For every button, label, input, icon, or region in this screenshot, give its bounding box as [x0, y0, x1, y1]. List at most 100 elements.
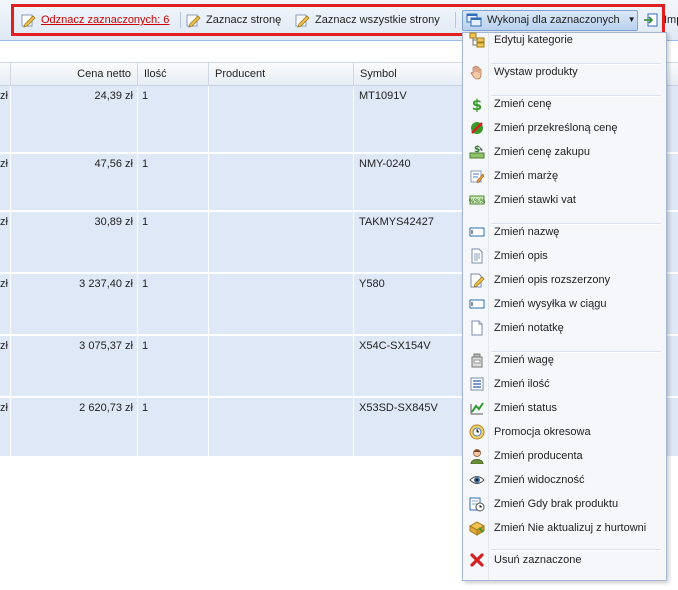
- menu-item-label: Zmień widoczność: [494, 474, 585, 486]
- promotion-icon: [469, 424, 485, 440]
- menu-item-label: Usuń zaznaczone: [494, 554, 582, 566]
- cell-price: 3 075,37 zł: [79, 340, 133, 352]
- margin-icon: [469, 168, 485, 184]
- column-divider: [137, 154, 138, 210]
- cell-quantity: 1: [142, 278, 149, 290]
- menu-item-label: Zmień wagę: [494, 354, 554, 366]
- menu-item[interactable]: Zmień producenta: [463, 445, 666, 467]
- column-divider: [353, 154, 354, 210]
- hand-icon: [469, 64, 485, 80]
- menu-item[interactable]: %%% Zmień stawki vat: [463, 189, 666, 211]
- menu-item-label: Zmień wysyłka w ciągu: [494, 298, 607, 310]
- cell-quantity: 1: [142, 158, 149, 170]
- menu-item[interactable]: Zmień opis: [463, 245, 666, 267]
- column-divider: [208, 212, 209, 272]
- cell-quantity: 1: [142, 216, 149, 228]
- cell-cut: zł: [0, 216, 8, 228]
- column-divider: [353, 212, 354, 272]
- edit-document-icon: [469, 272, 485, 288]
- cell-price: 47,56 zł: [94, 158, 133, 170]
- menu-item-label: Zmień nazwę: [494, 226, 560, 238]
- column-divider: [10, 274, 11, 334]
- menu-item[interactable]: Zmień opis rozszerzony: [463, 269, 666, 291]
- weight-icon: [469, 352, 485, 368]
- column-divider: [137, 336, 138, 396]
- name-field-icon: [469, 224, 485, 240]
- menu-item[interactable]: Zmień wysyłka w ciągu: [463, 293, 666, 315]
- menu-item-label: Zmień marżę: [494, 170, 559, 182]
- cell-cut: zł: [0, 402, 8, 414]
- cell-price: 2 620,73 zł: [79, 402, 133, 414]
- status-icon: [469, 400, 485, 416]
- menu-item-label: Zmień ilość: [494, 378, 550, 390]
- menu-item[interactable]: Zmień przekreśloną cenę: [463, 117, 666, 139]
- menu-item-label: Zmień notatkę: [494, 322, 564, 334]
- column-header-symbol[interactable]: Symbol: [353, 63, 473, 85]
- column-header-quantity[interactable]: Ilość: [137, 63, 208, 85]
- out-of-stock-icon: [469, 496, 485, 512]
- cell-quantity: 1: [142, 340, 149, 352]
- menu-item-label: Zmień Nie aktualizuj z hurtowni: [494, 522, 647, 534]
- column-divider: [208, 86, 209, 152]
- quantity-icon: [469, 376, 485, 392]
- menu-item-label: Promocja okresowa: [494, 426, 591, 438]
- cell-symbol: X54C-SX154V: [359, 340, 431, 352]
- cell-cut: zł: [0, 340, 8, 352]
- cell-quantity: 1: [142, 90, 149, 102]
- cell-symbol: NMY-0240: [359, 158, 411, 170]
- strikethrough-price-icon: [469, 120, 485, 136]
- column-divider: [208, 398, 209, 456]
- column-divider: [208, 274, 209, 334]
- menu-item[interactable]: Zmień ilość: [463, 373, 666, 395]
- menu-item-label: Zmień Gdy brak produktu: [494, 498, 619, 510]
- categories-icon: [469, 32, 485, 48]
- menu-item[interactable]: Zmień marżę: [463, 165, 666, 187]
- menu-item[interactable]: Zmień status: [463, 397, 666, 419]
- menu-item[interactable]: Usuń zaznaczone: [463, 549, 666, 571]
- menu-item[interactable]: $ Zmień cenę zakupu: [463, 141, 666, 163]
- column-divider: [10, 86, 11, 152]
- cell-cut: zł: [0, 158, 8, 170]
- cell-cut: zł: [0, 278, 8, 290]
- menu-item[interactable]: Promocja okresowa: [463, 421, 666, 443]
- column-divider: [10, 154, 11, 210]
- cell-symbol: TAKMYS42427: [359, 216, 435, 228]
- column-header-price[interactable]: Cena netto: [10, 63, 137, 85]
- menu-item[interactable]: Zmień Gdy brak produktu: [463, 493, 666, 515]
- svg-text:%%%: %%%: [469, 198, 485, 205]
- import-label: Imp: [664, 14, 678, 26]
- cell-cut: zł: [0, 90, 8, 102]
- menu-item-label: Zmień przekreśloną cenę: [494, 122, 618, 134]
- cell-symbol: Y580: [359, 278, 385, 290]
- column-divider: [208, 154, 209, 210]
- menu-item[interactable]: Wystaw produkty: [463, 61, 666, 83]
- cell-symbol: MT1091V: [359, 90, 407, 102]
- svg-text:$: $: [472, 96, 482, 112]
- column-divider: [353, 336, 354, 396]
- eye-icon: [469, 472, 485, 488]
- column-header-producer[interactable]: Producent: [208, 63, 353, 85]
- column-divider: [208, 336, 209, 396]
- bulk-actions-menu: Edytuj kategorie Wystaw produkty $ Zmień ce…: [462, 32, 667, 581]
- menu-item[interactable]: Zmień notatkę: [463, 317, 666, 339]
- menu-item-label: Zmień status: [494, 402, 557, 414]
- column-divider: [137, 86, 138, 152]
- cell-price: 24,39 zł: [94, 90, 133, 102]
- cell-price: 3 237,40 zł: [79, 278, 133, 290]
- menu-item[interactable]: Zmień widoczność: [463, 469, 666, 491]
- menu-item[interactable]: Edytuj kategorie: [463, 29, 666, 51]
- menu-item-label: Edytuj kategorie: [494, 34, 573, 46]
- menu-item-label: Zmień opis rozszerzony: [494, 274, 611, 286]
- shipping-field-icon: [469, 296, 485, 312]
- menu-item[interactable]: $ Zmień cenę: [463, 93, 666, 115]
- menu-item-label: Zmień producenta: [494, 450, 583, 462]
- menu-item-label: Zmień cenę zakupu: [494, 146, 590, 158]
- menu-item[interactable]: Zmień wagę: [463, 349, 666, 371]
- column-divider: [137, 212, 138, 272]
- menu-item[interactable]: Zmień nazwę: [463, 221, 666, 243]
- menu-item-label: Zmień cenę: [494, 98, 552, 110]
- menu-item[interactable]: Zmień Nie aktualizuj z hurtowni: [463, 517, 666, 539]
- column-divider: [353, 274, 354, 334]
- menu-item-label: Wystaw produkty: [494, 66, 578, 78]
- cell-price: 30,89 zł: [94, 216, 133, 228]
